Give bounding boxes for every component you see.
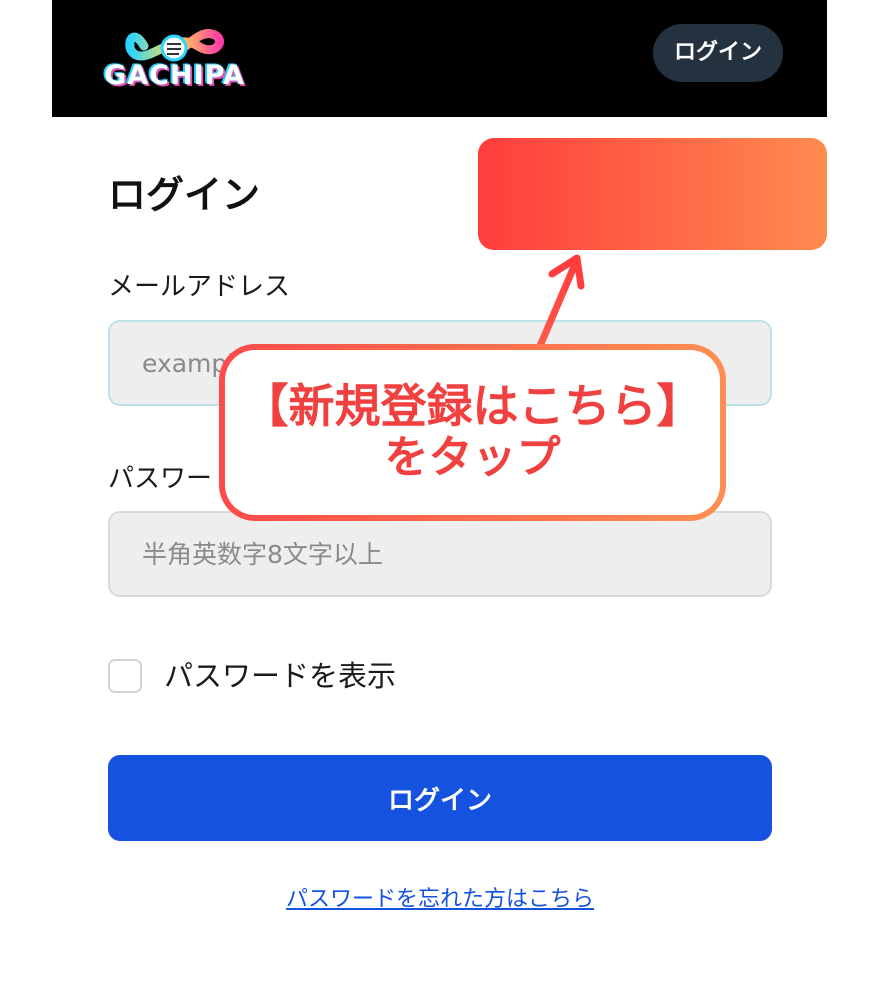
header-login-button[interactable]: ログイン [652, 24, 783, 82]
email-label: メールアドレス [108, 272, 291, 302]
register-link[interactable]: 新規登録はこちら [535, 177, 743, 213]
callout-line-2: をタップ [384, 432, 561, 483]
show-password-label[interactable]: パスワードを表示 [164, 656, 396, 696]
show-password-checkbox[interactable] [108, 659, 142, 693]
login-page: GACHIPA ログイン ログイン 新規登録はこちら メールアドレス パスワード… [0, 0, 880, 1000]
instruction-callout: 【新規登録はこちら】 をタップ [219, 344, 726, 521]
page-title: ログイン [108, 173, 261, 217]
login-submit-button[interactable]: ログイン [108, 755, 772, 841]
header-bar: GACHIPA ログイン [52, 0, 827, 117]
logo-text: GACHIPA [104, 60, 245, 91]
logo[interactable]: GACHIPA [92, 14, 262, 98]
forgot-password-link[interactable]: パスワードを忘れた方はこちら [0, 881, 880, 913]
password-input[interactable] [108, 511, 772, 597]
callout-line-1: 【新規登録はこちら】 [242, 379, 703, 433]
